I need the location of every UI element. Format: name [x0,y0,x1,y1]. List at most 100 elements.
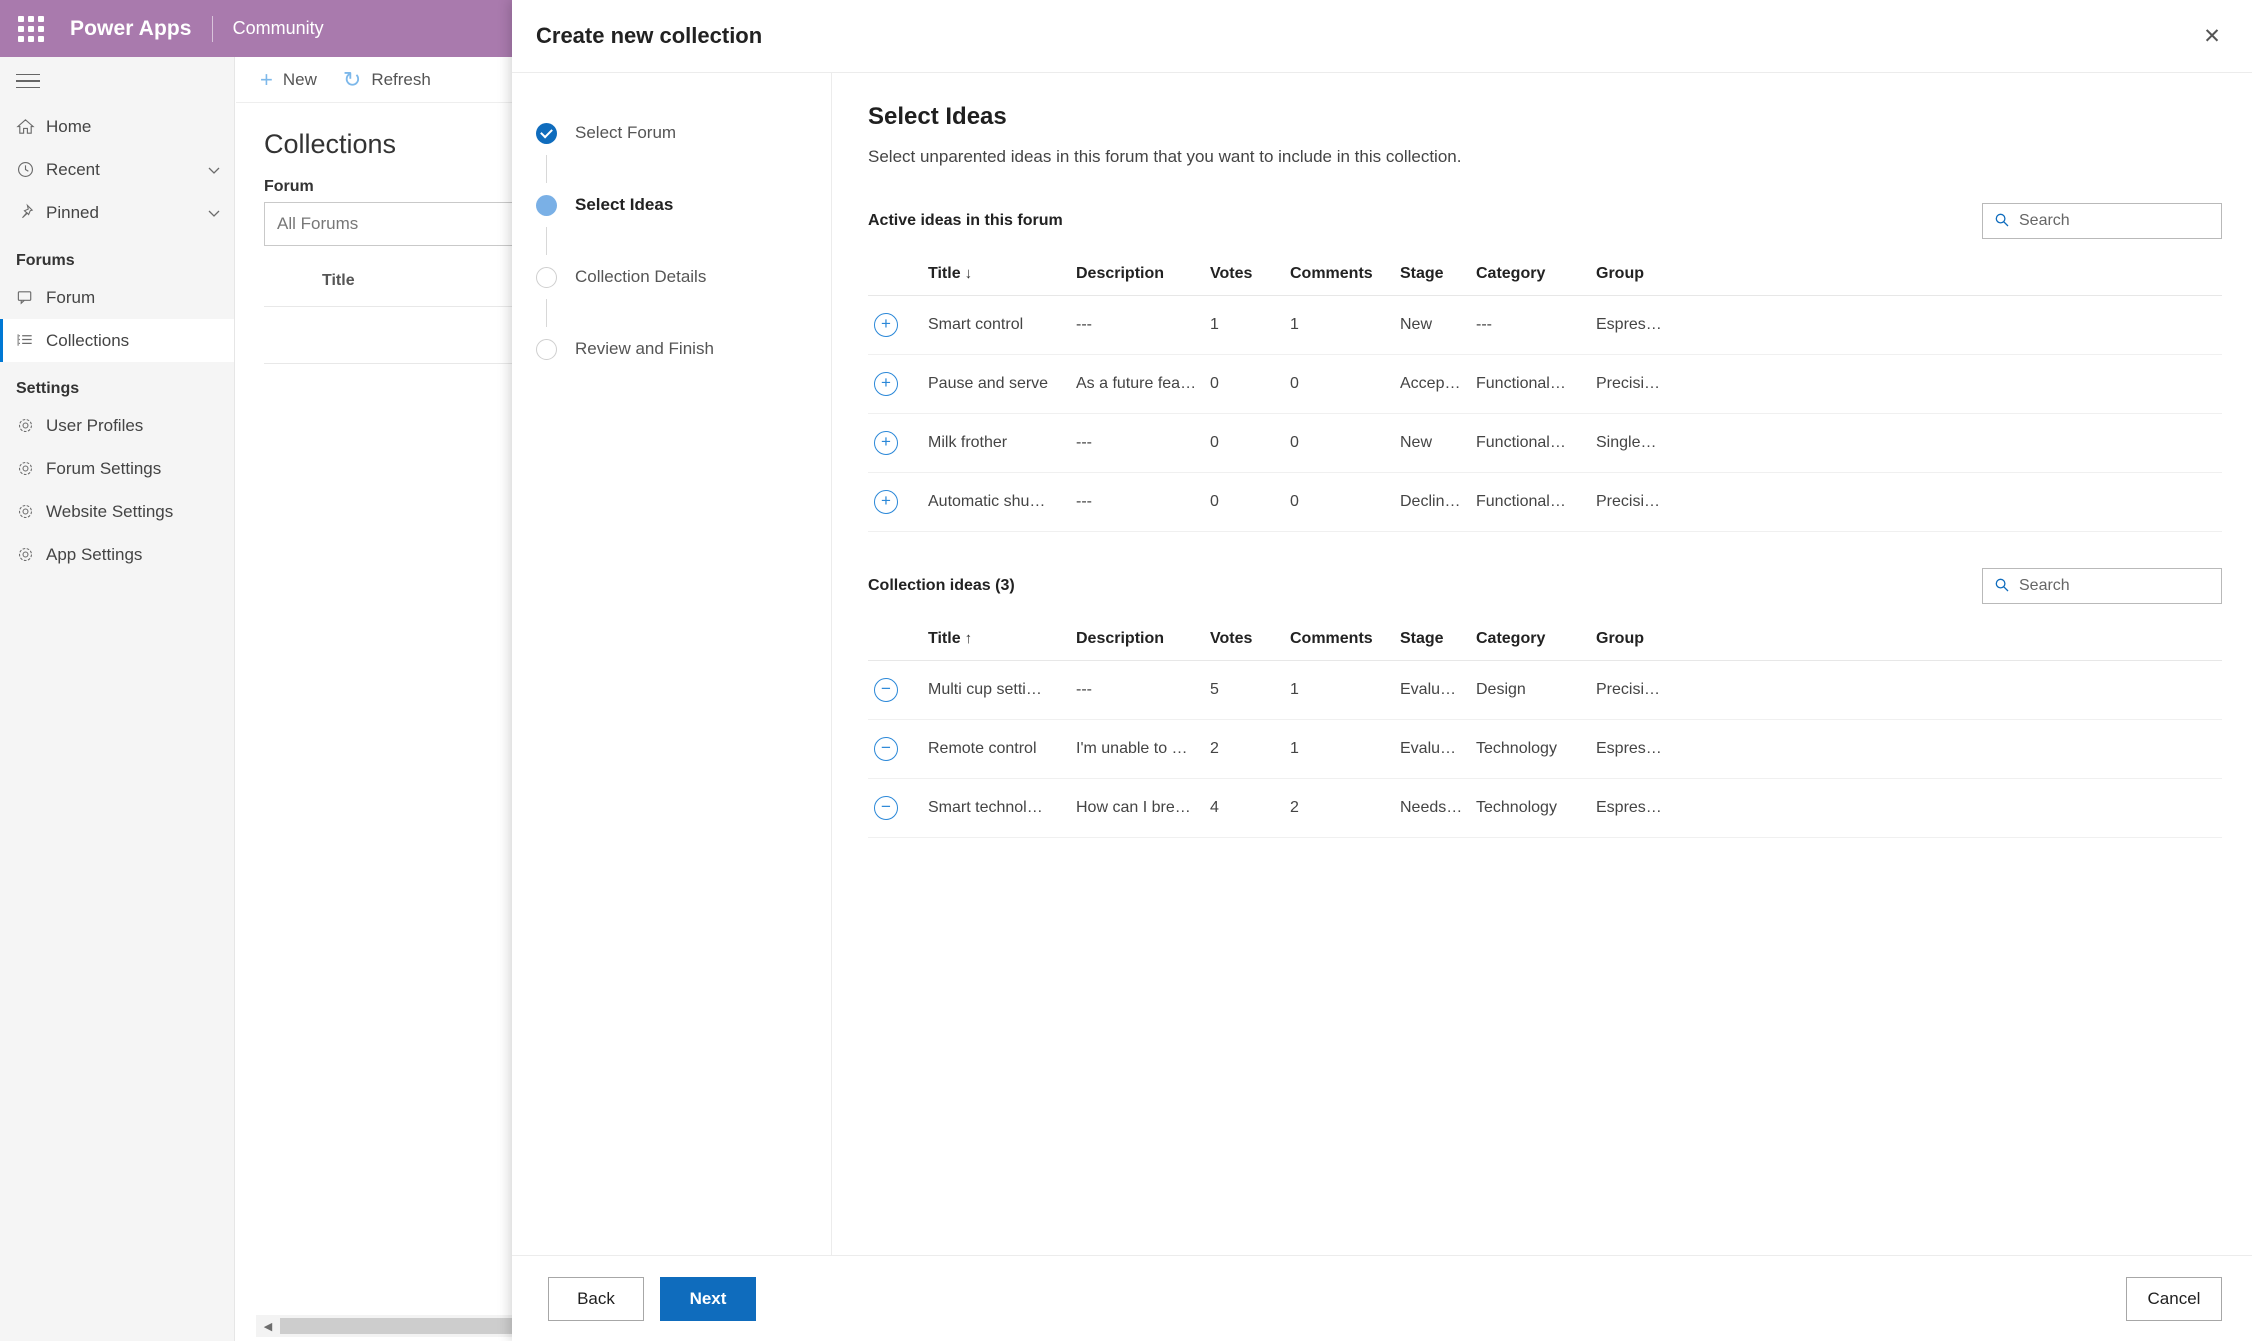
add-circle-icon[interactable]: + [874,431,898,455]
sort-ascending-icon: ↑ [964,630,973,647]
wizard-step-select-ideas[interactable]: Select Ideas [512,183,831,227]
cell-title: Smart control [922,295,1070,355]
cell-description: How can I bre… [1070,778,1204,838]
col-group[interactable]: Group [1590,255,1710,296]
sidebar-item-recent[interactable]: Recent [0,148,234,191]
add-circle-icon[interactable]: + [874,372,898,396]
sidebar-item-app-settings[interactable]: App Settings [0,533,234,576]
cancel-button[interactable]: Cancel [2126,1276,2222,1321]
wizard-step-label: Select Forum [575,123,677,142]
app-name[interactable]: Community [233,18,324,39]
col-description[interactable]: Description [1070,620,1204,661]
table-row[interactable]: + Automatic shu… --- 0 0 Declin… Functio… [868,472,2222,532]
table-header-row: Title ↑ Description Votes Comments Stage … [868,620,2222,661]
table-row[interactable]: + Milk frother --- 0 0 New Functional… S… [868,413,2222,473]
chevron-down-icon[interactable] [194,205,234,221]
remove-circle-icon[interactable]: − [874,737,898,761]
cell-stage: Accep… [1394,354,1470,414]
footer-left-actions: Back Next [548,1276,756,1321]
active-ideas-search[interactable] [1982,203,2222,239]
cell-group: Espres… [1590,719,1710,779]
sidebar-item-pinned[interactable]: Pinned [0,191,234,234]
row-action-cell: + [868,472,922,532]
col-votes[interactable]: Votes [1204,620,1284,661]
brand-title[interactable]: Power Apps [70,17,192,41]
table-row[interactable]: − Smart technol… How can I bre… 4 2 Need… [868,778,2222,838]
sidebar-item-website-settings[interactable]: Website Settings [0,490,234,533]
cell-comments: 1 [1284,660,1394,720]
cell-votes: 5 [1204,660,1284,720]
add-circle-icon[interactable]: + [874,490,898,514]
cell-category: Technology [1470,719,1590,779]
create-new-collection-dialog: Create new collection ✕ Select Forum Sel… [512,0,2252,1341]
left-navigation: Home Recent Pinned Forums Forum Collecti… [0,57,235,1341]
col-comments[interactable]: Comments [1284,620,1394,661]
table-row[interactable]: + Pause and serve As a future fea… 0 0 A… [868,354,2222,414]
cell-description: I'm unable to … [1070,719,1204,779]
collection-ideas-search-input[interactable] [2019,577,2210,595]
sidebar-item-home[interactable]: Home [0,105,234,148]
col-votes[interactable]: Votes [1204,255,1284,296]
forum-icon [16,288,46,307]
cell-stage: Needs… [1394,778,1470,838]
row-action-cell: − [868,719,922,779]
gear-icon [16,502,46,521]
col-category[interactable]: Category [1470,620,1590,661]
table-row[interactable]: − Remote control I'm unable to … 2 1 Eva… [868,719,2222,779]
wizard-step-review-and-finish[interactable]: Review and Finish [512,327,831,371]
col-title[interactable]: Title ↑ [922,620,1070,661]
col-title[interactable]: Title ↓ [922,255,1070,296]
cell-title: Pause and serve [922,354,1070,414]
col-category[interactable]: Category [1470,255,1590,296]
cell-description: As a future fea… [1070,354,1204,414]
sidebar-item-label: Collections [46,330,130,350]
cell-description: --- [1070,295,1204,355]
col-title-label: Title [928,265,961,282]
close-icon[interactable]: ✕ [2190,14,2234,58]
nav-toggle-button[interactable] [0,57,234,105]
gear-icon [16,459,46,478]
sidebar-item-label: Forum Settings [46,458,162,478]
sidebar-item-user-profiles[interactable]: User Profiles [0,404,234,447]
refresh-button[interactable]: ↻ Refresh [343,68,431,91]
dialog-footer: Back Next Cancel [512,1255,2252,1341]
cell-category: Design [1470,660,1590,720]
cell-group: Precisi… [1590,354,1710,414]
cell-description: --- [1070,472,1204,532]
chevron-down-icon[interactable] [194,162,234,178]
cell-comments: 0 [1284,472,1394,532]
cell-category: Functional… [1470,413,1590,473]
back-button[interactable]: Back [548,1276,644,1321]
col-spacer [1710,255,2222,296]
sidebar-item-forum[interactable]: Forum [0,276,234,319]
collection-ideas-section-header: Collection ideas (3) [868,568,2222,604]
scroll-left-arrow-icon[interactable]: ◀ [256,1320,280,1333]
cell-comments: 1 [1284,719,1394,779]
forum-select-value: All Forums [277,214,359,233]
cell-stage: Evalua… [1394,719,1470,779]
remove-circle-icon[interactable]: − [874,796,898,820]
col-stage[interactable]: Stage [1394,620,1470,661]
table-row[interactable]: + Smart control --- 1 1 New --- Espres… [868,295,2222,355]
col-description[interactable]: Description [1070,255,1204,296]
sort-descending-icon: ↓ [964,265,973,282]
new-button[interactable]: + New [260,68,317,91]
add-circle-icon[interactable]: + [874,313,898,337]
cell-spacer [1710,660,2222,720]
sidebar-item-forum-settings[interactable]: Forum Settings [0,447,234,490]
col-group[interactable]: Group [1590,620,1710,661]
active-ideas-search-input[interactable] [2019,212,2210,230]
app-launcher-icon[interactable] [8,15,54,42]
collection-ideas-search[interactable] [1982,568,2222,604]
row-action-cell: + [868,354,922,414]
search-icon [1994,212,2010,231]
cell-comments: 1 [1284,295,1394,355]
wizard-step-select-forum[interactable]: Select Forum [512,111,831,155]
table-row[interactable]: − Multi cup setti… --- 5 1 Evalua… Desig… [868,660,2222,720]
remove-circle-icon[interactable]: − [874,678,898,702]
wizard-step-collection-details[interactable]: Collection Details [512,255,831,299]
next-button[interactable]: Next [660,1276,756,1321]
sidebar-item-collections[interactable]: Collections [0,319,234,362]
col-stage[interactable]: Stage [1394,255,1470,296]
col-comments[interactable]: Comments [1284,255,1394,296]
